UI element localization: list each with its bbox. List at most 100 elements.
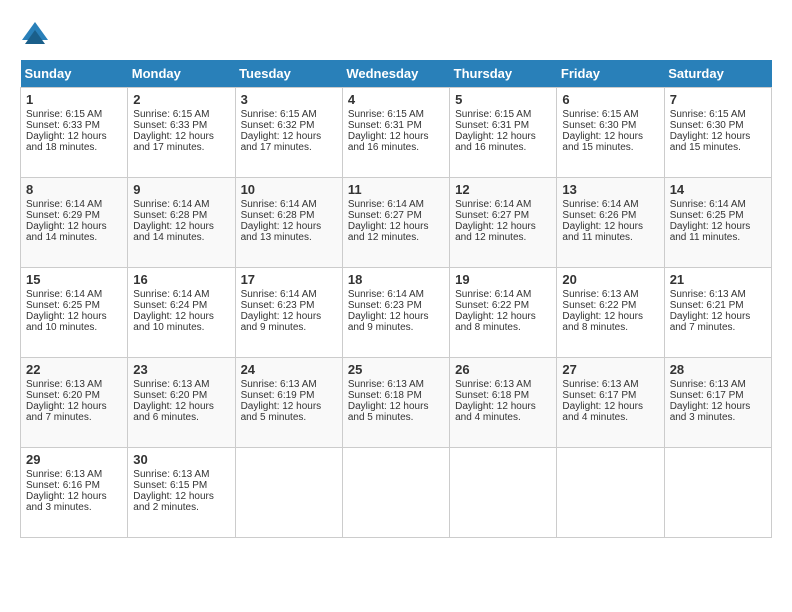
day-number: 11 — [348, 182, 444, 197]
day-info-line: Daylight: 12 hours — [133, 221, 229, 232]
day-info-line: Sunset: 6:32 PM — [241, 120, 337, 131]
day-info-line: Sunset: 6:24 PM — [133, 300, 229, 311]
day-number: 7 — [670, 92, 766, 107]
day-info-line: Sunset: 6:33 PM — [26, 120, 122, 131]
day-info-line: Sunrise: 6:14 AM — [26, 289, 122, 300]
day-info-line: Daylight: 12 hours — [670, 131, 766, 142]
logo — [20, 20, 55, 50]
day-info-line: Sunrise: 6:15 AM — [670, 109, 766, 120]
day-info-line: Sunrise: 6:15 AM — [241, 109, 337, 120]
day-info-line: and 16 minutes. — [348, 142, 444, 153]
day-info-line: and 11 minutes. — [562, 232, 658, 243]
day-cell-4: 4Sunrise: 6:15 AMSunset: 6:31 PMDaylight… — [342, 88, 449, 178]
day-info-line: Daylight: 12 hours — [26, 221, 122, 232]
day-number: 9 — [133, 182, 229, 197]
day-info-line: Daylight: 12 hours — [348, 311, 444, 322]
day-number: 5 — [455, 92, 551, 107]
day-cell-26: 26Sunrise: 6:13 AMSunset: 6:18 PMDayligh… — [450, 358, 557, 448]
day-cell-28: 28Sunrise: 6:13 AMSunset: 6:17 PMDayligh… — [664, 358, 771, 448]
day-info-line: and 5 minutes. — [241, 412, 337, 423]
day-cell-21: 21Sunrise: 6:13 AMSunset: 6:21 PMDayligh… — [664, 268, 771, 358]
day-info-line: Sunrise: 6:14 AM — [348, 199, 444, 210]
day-info-line: and 10 minutes. — [26, 322, 122, 333]
day-info-line: Sunset: 6:17 PM — [562, 390, 658, 401]
day-info-line: and 7 minutes. — [670, 322, 766, 333]
week-row-4: 29Sunrise: 6:13 AMSunset: 6:16 PMDayligh… — [21, 448, 772, 538]
day-info-line: and 9 minutes. — [348, 322, 444, 333]
day-number: 25 — [348, 362, 444, 377]
day-number: 28 — [670, 362, 766, 377]
day-number: 29 — [26, 452, 122, 467]
day-info-line: Sunset: 6:28 PM — [133, 210, 229, 221]
day-info-line: Daylight: 12 hours — [670, 401, 766, 412]
day-info-line: and 3 minutes. — [670, 412, 766, 423]
day-info-line: and 7 minutes. — [26, 412, 122, 423]
day-info-line: Sunset: 6:33 PM — [133, 120, 229, 131]
day-number: 23 — [133, 362, 229, 377]
day-info-line: Sunset: 6:17 PM — [670, 390, 766, 401]
day-info-line: Daylight: 12 hours — [670, 221, 766, 232]
day-cell-20: 20Sunrise: 6:13 AMSunset: 6:22 PMDayligh… — [557, 268, 664, 358]
day-info-line: and 13 minutes. — [241, 232, 337, 243]
day-number: 24 — [241, 362, 337, 377]
day-info-line: Sunset: 6:22 PM — [455, 300, 551, 311]
day-info-line: Daylight: 12 hours — [562, 131, 658, 142]
day-info-line: and 17 minutes. — [133, 142, 229, 153]
day-cell-29: 29Sunrise: 6:13 AMSunset: 6:16 PMDayligh… — [21, 448, 128, 538]
day-info-line: Daylight: 12 hours — [455, 311, 551, 322]
day-number: 2 — [133, 92, 229, 107]
logo-icon — [20, 20, 50, 50]
day-info-line: and 18 minutes. — [26, 142, 122, 153]
day-info-line: Daylight: 12 hours — [455, 221, 551, 232]
day-info-line: Daylight: 12 hours — [670, 311, 766, 322]
day-info-line: Sunset: 6:21 PM — [670, 300, 766, 311]
week-row-1: 8Sunrise: 6:14 AMSunset: 6:29 PMDaylight… — [21, 178, 772, 268]
day-info-line: and 8 minutes. — [455, 322, 551, 333]
day-cell-23: 23Sunrise: 6:13 AMSunset: 6:20 PMDayligh… — [128, 358, 235, 448]
column-header-tuesday: Tuesday — [235, 60, 342, 88]
day-info-line: Sunset: 6:15 PM — [133, 480, 229, 491]
empty-cell — [664, 448, 771, 538]
day-info-line: Sunset: 6:19 PM — [241, 390, 337, 401]
day-info-line: Daylight: 12 hours — [241, 311, 337, 322]
day-number: 3 — [241, 92, 337, 107]
day-number: 8 — [26, 182, 122, 197]
day-info-line: Sunset: 6:25 PM — [670, 210, 766, 221]
day-info-line: and 6 minutes. — [133, 412, 229, 423]
week-row-3: 22Sunrise: 6:13 AMSunset: 6:20 PMDayligh… — [21, 358, 772, 448]
day-cell-30: 30Sunrise: 6:13 AMSunset: 6:15 PMDayligh… — [128, 448, 235, 538]
day-info-line: Sunrise: 6:13 AM — [26, 469, 122, 480]
day-info-line: Sunset: 6:28 PM — [241, 210, 337, 221]
day-info-line: Daylight: 12 hours — [26, 311, 122, 322]
day-info-line: Daylight: 12 hours — [133, 491, 229, 502]
day-info-line: Sunset: 6:30 PM — [562, 120, 658, 131]
day-info-line: Sunset: 6:31 PM — [348, 120, 444, 131]
day-number: 27 — [562, 362, 658, 377]
day-info-line: Daylight: 12 hours — [562, 221, 658, 232]
day-info-line: and 15 minutes. — [562, 142, 658, 153]
day-cell-12: 12Sunrise: 6:14 AMSunset: 6:27 PMDayligh… — [450, 178, 557, 268]
day-info-line: Daylight: 12 hours — [455, 401, 551, 412]
day-info-line: and 14 minutes. — [26, 232, 122, 243]
day-cell-9: 9Sunrise: 6:14 AMSunset: 6:28 PMDaylight… — [128, 178, 235, 268]
day-info-line: Sunrise: 6:14 AM — [133, 289, 229, 300]
day-info-line: Sunset: 6:18 PM — [348, 390, 444, 401]
day-info-line: Sunrise: 6:15 AM — [455, 109, 551, 120]
day-info-line: Sunset: 6:23 PM — [241, 300, 337, 311]
column-header-thursday: Thursday — [450, 60, 557, 88]
day-info-line: and 14 minutes. — [133, 232, 229, 243]
day-info-line: and 11 minutes. — [670, 232, 766, 243]
day-number: 15 — [26, 272, 122, 287]
day-cell-18: 18Sunrise: 6:14 AMSunset: 6:23 PMDayligh… — [342, 268, 449, 358]
day-number: 21 — [670, 272, 766, 287]
day-info-line: Sunrise: 6:13 AM — [562, 289, 658, 300]
week-row-0: 1Sunrise: 6:15 AMSunset: 6:33 PMDaylight… — [21, 88, 772, 178]
day-info-line: Daylight: 12 hours — [26, 131, 122, 142]
column-header-friday: Friday — [557, 60, 664, 88]
day-info-line: Daylight: 12 hours — [133, 401, 229, 412]
day-info-line: Sunrise: 6:13 AM — [562, 379, 658, 390]
day-info-line: and 3 minutes. — [26, 502, 122, 513]
day-info-line: Sunset: 6:29 PM — [26, 210, 122, 221]
day-cell-16: 16Sunrise: 6:14 AMSunset: 6:24 PMDayligh… — [128, 268, 235, 358]
empty-cell — [342, 448, 449, 538]
